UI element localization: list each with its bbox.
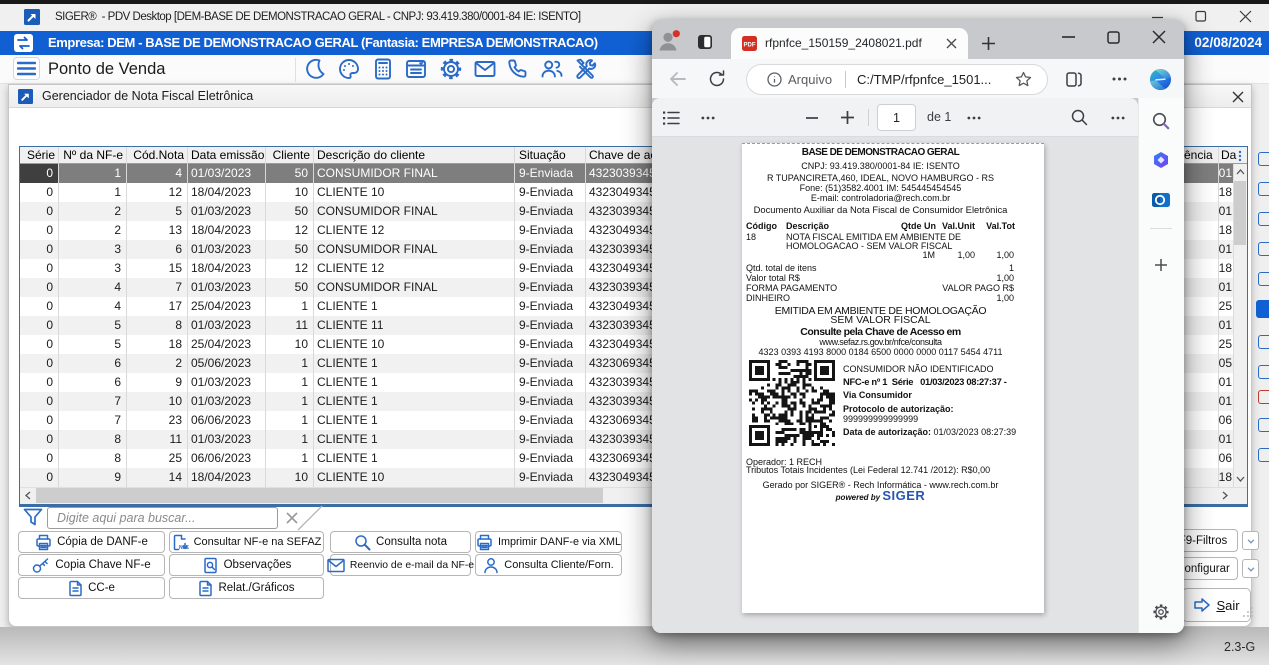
- svg-text:PDF: PDF: [744, 43, 756, 49]
- svg-text:NFE: NFE: [179, 545, 189, 551]
